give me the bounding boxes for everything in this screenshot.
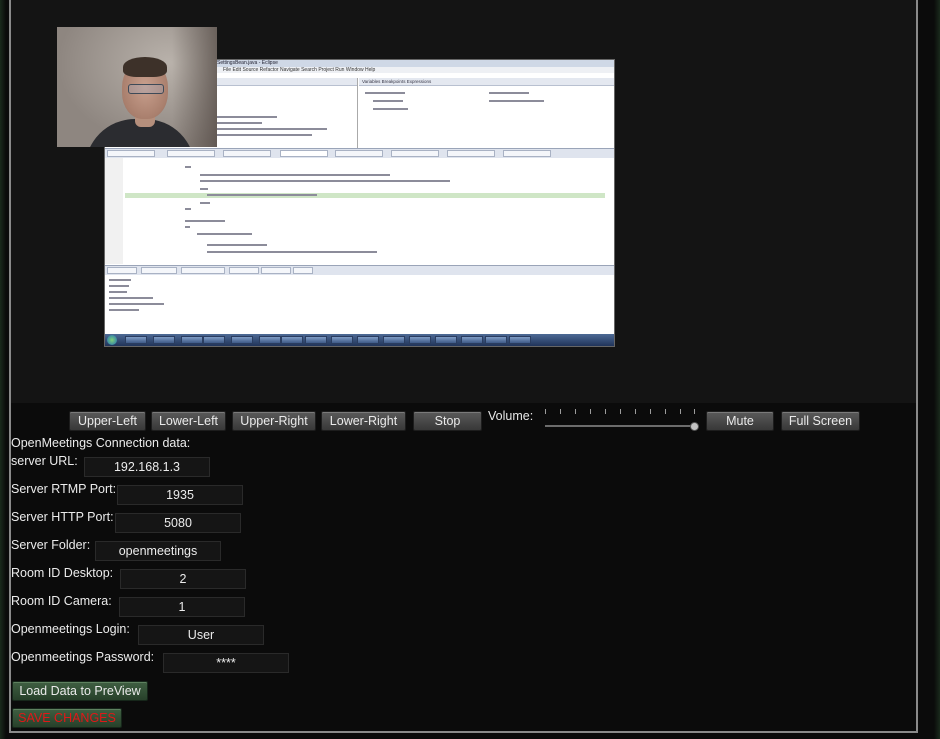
room-desktop-label: Room ID Desktop:	[11, 566, 114, 580]
desktop-code-editor	[105, 158, 614, 264]
desktop-taskbar	[105, 334, 614, 346]
login-input[interactable]	[138, 625, 264, 645]
server-folder-label: Server Folder:	[11, 538, 91, 552]
full-screen-button[interactable]: Full Screen	[781, 411, 860, 431]
lower-right-button[interactable]: Lower-Right	[321, 411, 406, 431]
rtmp-port-label: Server RTMP Port:	[11, 482, 117, 496]
room-desktop-input[interactable]	[120, 569, 246, 589]
load-data-button[interactable]: Load Data to PreView	[12, 681, 148, 701]
save-changes-button[interactable]: SAVE CHANGES	[12, 708, 122, 728]
room-camera-input[interactable]	[119, 597, 245, 617]
desktop-console	[105, 275, 614, 333]
http-port-input[interactable]	[115, 513, 241, 533]
password-input[interactable]	[163, 653, 289, 673]
desktop-pane-tabs: Variables Breakpoints Expressions	[359, 78, 614, 86]
connection-heading: OpenMeetings Connection data:	[11, 436, 191, 450]
upper-right-button[interactable]: Upper-Right	[232, 411, 316, 431]
password-label: Openmeetings Password:	[11, 650, 155, 664]
server-url-input[interactable]	[84, 457, 210, 477]
room-camera-label: Room ID Camera:	[11, 594, 112, 608]
desktop-pane-variables: Variables Breakpoints Expressions	[359, 78, 614, 148]
rtmp-port-input[interactable]	[117, 485, 243, 505]
start-orb-icon	[107, 335, 117, 345]
http-port-label: Server HTTP Port:	[11, 510, 114, 524]
stop-button[interactable]: Stop	[413, 411, 482, 431]
lower-left-button[interactable]: Lower-Left	[151, 411, 226, 431]
volume-slider-thumb[interactable]	[690, 422, 699, 431]
volume-label: Volume:	[488, 409, 534, 423]
login-label: Openmeetings Login:	[11, 622, 130, 636]
server-folder-input[interactable]	[95, 541, 221, 561]
camera-stream-preview	[57, 27, 217, 147]
upper-left-button[interactable]: Upper-Left	[69, 411, 146, 431]
desktop-window-title: SettingsBean.java - Eclipse	[217, 60, 278, 66]
volume-ticks	[545, 409, 695, 417]
volume-slider-track[interactable]	[545, 425, 695, 427]
mute-button[interactable]: Mute	[706, 411, 774, 431]
server-url-label: server URL:	[11, 454, 78, 468]
